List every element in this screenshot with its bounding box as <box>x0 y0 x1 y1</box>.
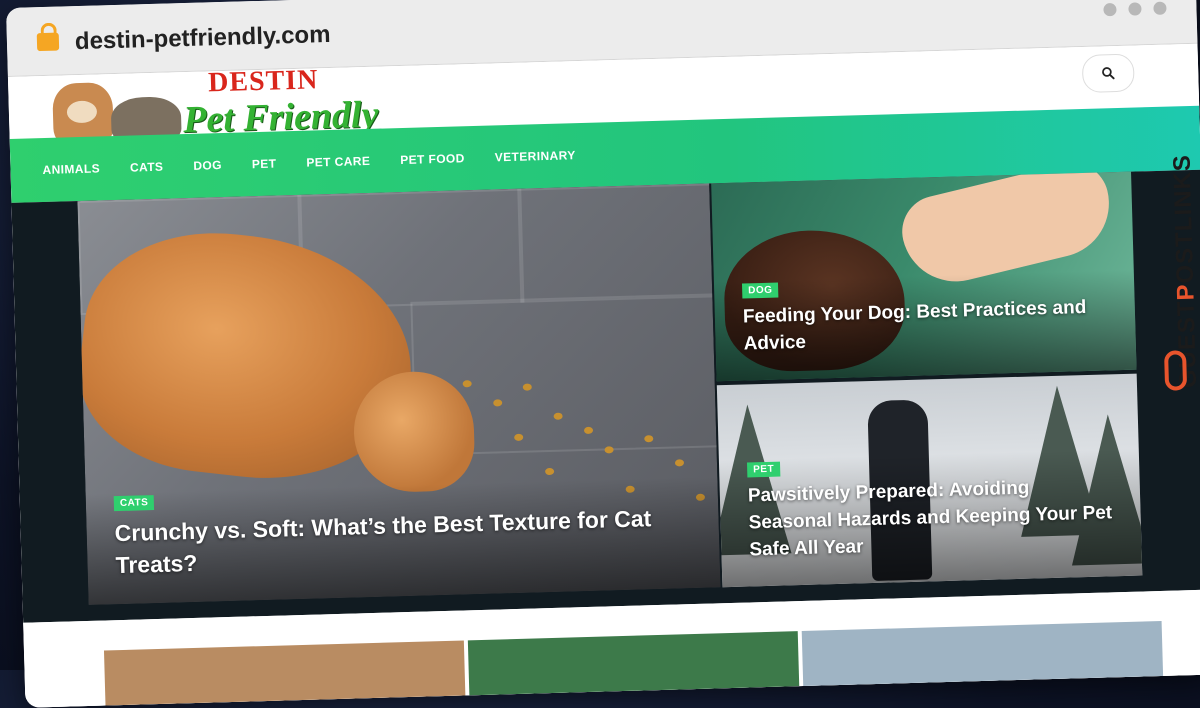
nav-item-pet-food[interactable]: PET FOOD <box>400 151 465 167</box>
chain-link-icon <box>1164 350 1188 391</box>
website: DESTIN Pet Friendly ANIMALS CATS DOG PET… <box>7 43 1200 708</box>
side-post-caption: DOG Feeding Your Dog: Best Practices and… <box>713 269 1137 382</box>
featured-post-main[interactable]: CATS Crunchy vs. Soft: What’s the Best T… <box>77 183 721 605</box>
featured-post-side-1[interactable]: DOG Feeding Your Dog: Best Practices and… <box>711 171 1137 382</box>
featured-post-side-2[interactable]: PET Pawsitively Prepared: Avoiding Seaso… <box>716 373 1143 588</box>
window-dot-icon[interactable] <box>1128 2 1142 16</box>
nav-item-pet[interactable]: PET <box>252 157 277 172</box>
post-thumbnail[interactable] <box>801 620 1164 692</box>
post-title[interactable]: Crunchy vs. Soft: What’s the Best Textur… <box>114 501 692 582</box>
window-controls <box>1103 1 1167 17</box>
pavement-tile <box>517 183 721 303</box>
featured-posts: CATS Crunchy vs. Soft: What’s the Best T… <box>11 169 1200 623</box>
kibble <box>545 467 555 476</box>
browser-window: destin-petfriendly.com DESTIN Pet Friend… <box>6 0 1200 708</box>
search-button[interactable] <box>1081 53 1135 93</box>
search-icon <box>1102 67 1115 80</box>
window-dot-icon[interactable] <box>1153 1 1167 15</box>
side-post-caption: PET Pawsitively Prepared: Avoiding Seaso… <box>718 448 1143 588</box>
nav-item-cats[interactable]: CATS <box>130 160 164 175</box>
address-bar-url[interactable]: destin-petfriendly.com <box>75 21 331 56</box>
window-dot-icon[interactable] <box>1103 2 1117 17</box>
nav-item-veterinary[interactable]: VETERINARY <box>495 148 576 164</box>
featured-post-caption: CATS Crunchy vs. Soft: What’s the Best T… <box>85 476 721 605</box>
category-badge[interactable]: CATS <box>113 494 155 511</box>
post-title[interactable]: Pawsitively Prepared: Avoiding Seasonal … <box>748 473 1114 564</box>
post-thumbnail[interactable] <box>467 631 800 701</box>
lock-icon <box>36 32 60 52</box>
watermark-text: GUESTPOSTLINKS <box>1168 153 1200 389</box>
post-thumbnail[interactable] <box>103 640 466 708</box>
nav-item-dog[interactable]: DOG <box>193 158 222 173</box>
nav-item-pet-care[interactable]: PET CARE <box>306 154 370 170</box>
category-badge[interactable]: PET <box>746 461 781 478</box>
kibble <box>604 446 614 454</box>
category-badge[interactable]: DOG <box>741 282 779 299</box>
guestpostlinks-watermark: GUESTPOSTLINKS <box>1151 104 1200 405</box>
post-title[interactable]: Feeding Your Dog: Best Practices and Adv… <box>743 294 1108 358</box>
nav-item-animals[interactable]: ANIMALS <box>42 161 100 177</box>
kibble <box>674 459 685 467</box>
